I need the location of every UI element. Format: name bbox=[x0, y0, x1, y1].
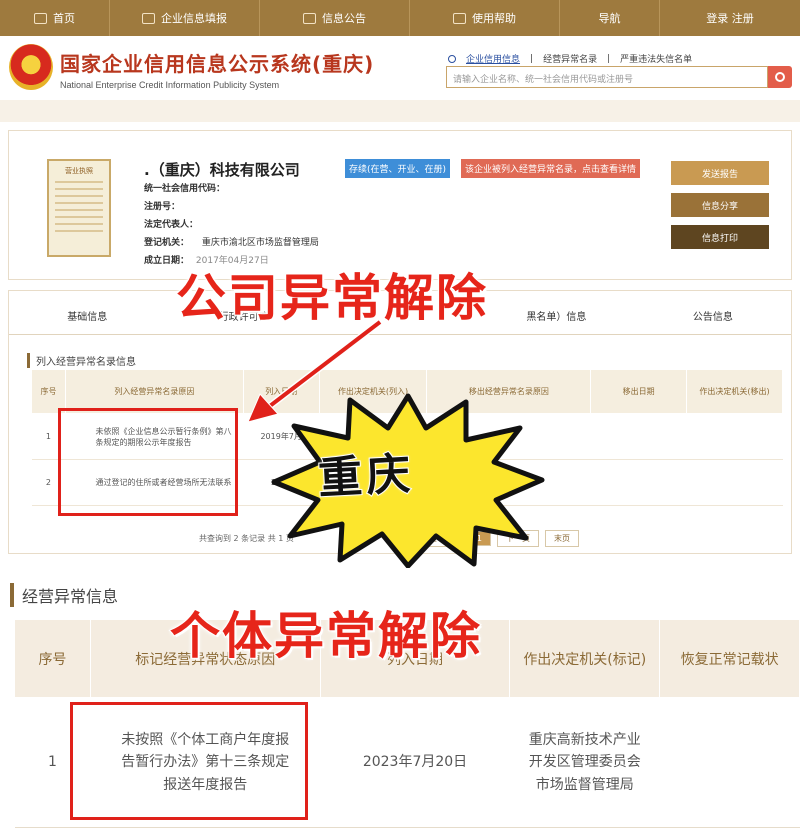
field-label: 注册号： bbox=[144, 202, 181, 212]
business-license-image: 营业执照 bbox=[47, 159, 111, 257]
field-legal-rep: 法定代表人： bbox=[144, 217, 198, 230]
header-links: 企业信用信息 | 经营异常名录 | 严重违法失信名单 bbox=[448, 52, 692, 65]
nav-announcements[interactable]: 信息公告 bbox=[260, 0, 410, 36]
highlight-box-company bbox=[58, 408, 238, 516]
link-divider: | bbox=[530, 53, 534, 64]
nav-guide[interactable]: 导航 bbox=[560, 0, 660, 36]
cell-restore bbox=[659, 697, 800, 828]
system-subtitle: National Enterprise Credit Information P… bbox=[60, 80, 280, 90]
field-reg-no: 注册号： bbox=[144, 199, 180, 212]
cell-empty bbox=[590, 413, 687, 460]
field-label: 登记机关： bbox=[144, 238, 190, 248]
document-icon bbox=[303, 12, 316, 24]
bottom-caption: 个体异常解除 bbox=[169, 606, 482, 666]
search-button[interactable] bbox=[768, 66, 792, 88]
field-label: 统一社会信用代码： bbox=[144, 184, 226, 194]
license-label: 营业执照 bbox=[65, 167, 93, 175]
tab-basic-info[interactable]: 基础信息 bbox=[9, 297, 165, 334]
col-date-out: 移出日期 bbox=[590, 369, 688, 414]
col-no: 序号 bbox=[14, 619, 91, 698]
cell-empty bbox=[686, 459, 783, 506]
link-divider: | bbox=[607, 53, 611, 64]
license-text-lines bbox=[49, 181, 109, 232]
help-icon bbox=[453, 12, 466, 24]
nav-help-label: 使用帮助 bbox=[472, 12, 516, 25]
field-label: 法定代表人： bbox=[144, 220, 199, 230]
nav-home-label: 首页 bbox=[53, 12, 75, 25]
header-divider bbox=[0, 100, 800, 122]
cell-empty bbox=[590, 459, 687, 506]
col-reason-in: 列入经营异常名录原因 bbox=[64, 369, 244, 414]
system-title: 国家企业信用信息公示系统(重庆) bbox=[60, 52, 375, 76]
col-authority-out: 作出决定机关(移出) bbox=[686, 369, 783, 414]
nav-login-label: 登录 注册 bbox=[706, 12, 754, 25]
top-caption: 公司异常解除 bbox=[175, 268, 488, 328]
share-button[interactable]: 信息分享 bbox=[671, 193, 769, 217]
company-name: .（重庆）科技有限公司 bbox=[144, 161, 300, 179]
center-caption: 重庆 bbox=[316, 448, 417, 506]
col-no: 序号 bbox=[31, 369, 66, 414]
pen-icon bbox=[142, 12, 155, 24]
tab-announcements[interactable]: 公告信息 bbox=[635, 297, 791, 334]
last-page-button[interactable]: 末页 bbox=[545, 529, 579, 547]
highlight-box-individual bbox=[70, 702, 308, 820]
print-button[interactable]: 信息打印 bbox=[671, 225, 769, 249]
site-header: 国家企业信用信息公示系统(重庆) National Enterprise Cre… bbox=[0, 36, 800, 100]
monitor-icon bbox=[34, 12, 47, 24]
top-nav: 首页 企业信息填报 信息公告 使用帮助 导航 登录 注册 bbox=[0, 0, 800, 36]
search-input[interactable]: 请输入企业名称、统一社会信用代码或注册号 bbox=[446, 66, 768, 88]
cell-date: 2023年7月20日 bbox=[320, 697, 510, 828]
field-value: 重庆市渝北区市场监督管理局 bbox=[201, 238, 319, 248]
col-restore: 恢复正常记载状 bbox=[659, 619, 800, 698]
nav-help[interactable]: 使用帮助 bbox=[410, 0, 560, 36]
col-authority: 作出决定机关(标记) bbox=[509, 619, 661, 698]
abnormal-notice-link[interactable]: 该企业被列入经营异常名录，点击查看详情 bbox=[461, 159, 641, 178]
section-caption: 列入经营异常名录信息 bbox=[27, 353, 136, 368]
nav-guide-label: 导航 bbox=[598, 12, 621, 25]
link-enterprise-credit[interactable]: 企业信用信息 bbox=[466, 52, 520, 65]
nav-enterprise-filing[interactable]: 企业信息填报 bbox=[110, 0, 260, 36]
cell-empty bbox=[686, 413, 783, 460]
link-dishonest-list[interactable]: 严重违法失信名单 bbox=[620, 52, 692, 65]
status-badge: 存续(在营、开业、在册) bbox=[345, 159, 451, 178]
send-report-button[interactable]: 发送报告 bbox=[671, 161, 769, 185]
business-abnormal-title: 经营异常信息 bbox=[10, 583, 118, 607]
cell-authority: 重庆高新技术产业开发区管理委员会市场监督管理局 bbox=[509, 697, 660, 828]
nav-login-register[interactable]: 登录 注册 bbox=[660, 0, 800, 36]
search-icon bbox=[775, 72, 785, 82]
national-emblem-icon bbox=[9, 44, 53, 90]
nav-announcements-label: 信息公告 bbox=[322, 12, 366, 25]
nav-filing-label: 企业信息填报 bbox=[161, 12, 227, 25]
nav-home[interactable]: 首页 bbox=[0, 0, 110, 36]
field-credit-code: 统一社会信用代码： bbox=[144, 181, 225, 194]
link-abnormal-list[interactable]: 经营异常名录 bbox=[543, 52, 597, 65]
tab-blacklist[interactable]: 黑名单）信息 bbox=[478, 297, 634, 334]
field-registration-authority: 登记机关： 重庆市渝北区市场监督管理局 bbox=[144, 235, 319, 248]
search-icon bbox=[448, 54, 456, 63]
